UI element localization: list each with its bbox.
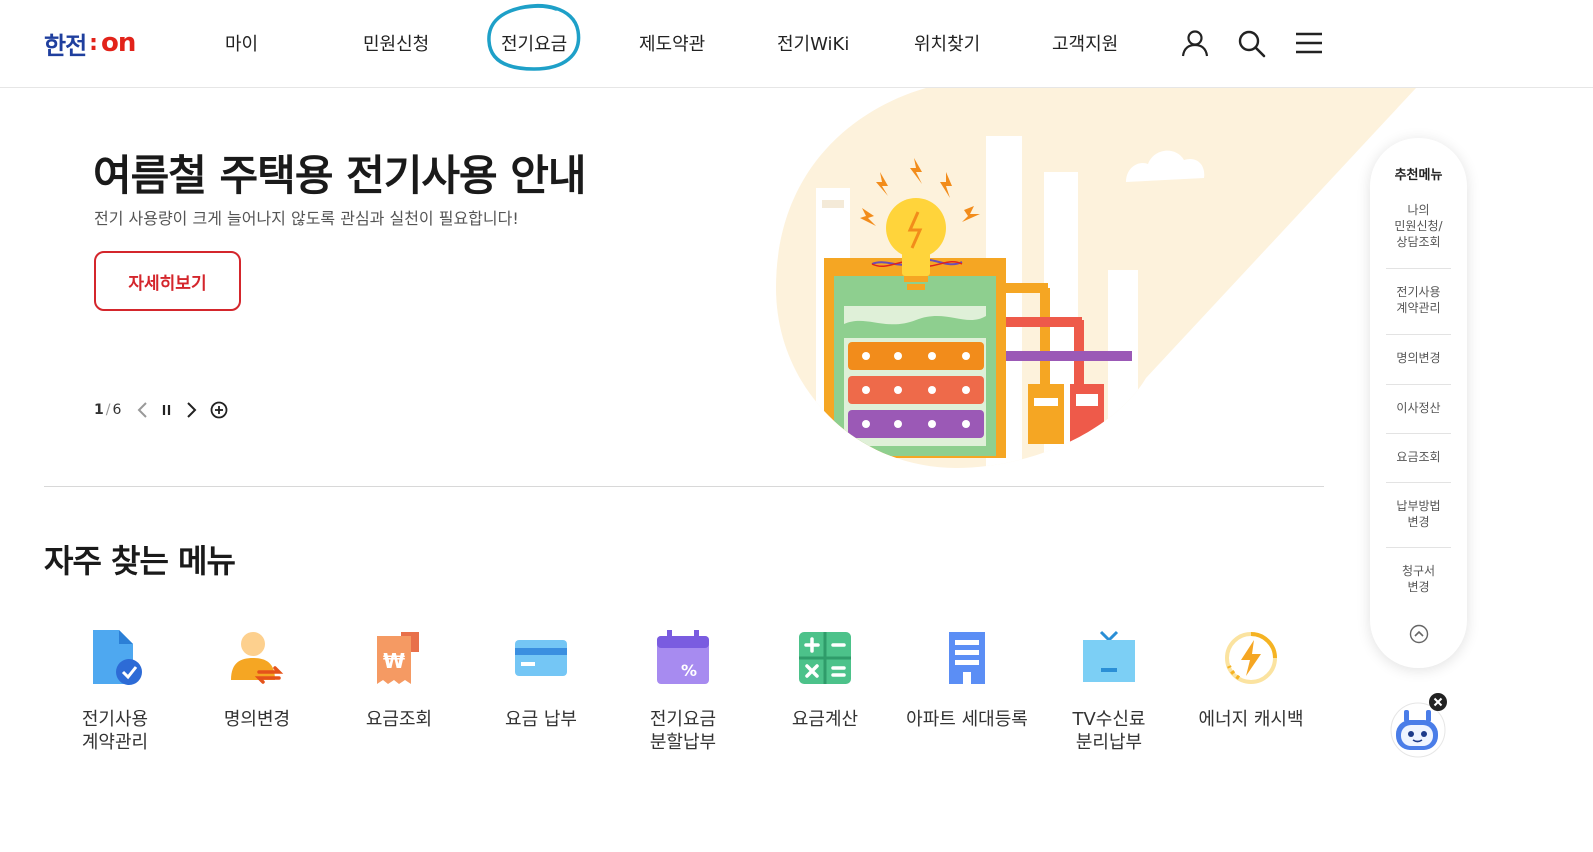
rec-item-move-settlement[interactable]: 이사정산 [1386,400,1451,416]
nav-item-civil-request[interactable]: 민원신청 [363,30,429,56]
rec-separator [1386,384,1451,385]
quick-item-label: 요금 납부 [505,709,577,730]
quick-item-label: 전기사용 계약관리 [81,709,149,753]
quick-item-name-change[interactable]: 명의변경 [186,626,328,731]
rec-separator [1386,433,1451,434]
scroll-top-icon[interactable] [1409,624,1429,644]
quick-item-label: 요금계산 [791,709,859,730]
nav-item-my[interactable]: 마이 [225,30,258,56]
rec-item-my-requests[interactable]: 나의 민원신청/ 상담조회 [1386,202,1451,250]
rec-separator [1386,547,1451,548]
calculator-icon [799,632,851,684]
prev-slide-icon[interactable] [135,400,151,420]
quick-item-calculator[interactable]: 요금계산 [754,626,896,731]
quick-item-bill-payment[interactable]: 요금 납부 [470,626,612,731]
main-nav: 마이 민원신청 전기요금 제도약관 전기WiKi 위치찾기 고객지원 [0,0,1593,88]
hero-title: 여름철 주택용 전기사용 안내 [93,151,587,200]
energy-cashback-icon [1225,632,1277,684]
quick-item-label: TV수신료 분리납부 [1072,709,1146,753]
quick-item-installment[interactable]: % 전기요금 분할납부 [612,626,754,754]
calendar-percent-icon: % [657,630,709,684]
highlight-circle-annotation [487,3,581,71]
frequent-menu-title: 자주 찾는 메뉴 [44,542,236,580]
quick-item-apartment[interactable]: 아파트 세대등록 [896,626,1038,731]
nav-item-wiki[interactable]: 전기WiKi [777,30,849,56]
quick-item-bill-inquiry[interactable]: ₩ 요금조회 [328,626,470,731]
chatbot-robot-icon[interactable] [1384,692,1450,762]
tv-icon [1083,630,1135,682]
recommend-menu-title: 추천메뉴 [1394,168,1443,183]
section-divider [44,486,1324,487]
rec-separator [1386,482,1451,483]
name-change-icon [231,632,284,684]
nav-item-support[interactable]: 고객지원 [1052,30,1118,56]
rec-item-name-change[interactable]: 명의변경 [1386,350,1451,366]
hamburger-menu-icon[interactable] [1294,28,1324,58]
quick-item-label: 요금조회 [365,709,433,730]
bill-receipt-icon: ₩ [377,632,419,684]
quick-item-label: 아파트 세대등록 [906,709,1028,730]
svg-text:₩: ₩ [383,649,405,673]
card-icon [515,640,567,676]
nav-item-location[interactable]: 위치찾기 [914,30,980,56]
detail-view-button[interactable]: 자세히보기 [94,251,241,311]
quick-item-tv-fee[interactable]: TV수신료 분리납부 [1038,626,1180,754]
user-icon[interactable] [1180,28,1210,58]
summer-electricity-illustration [776,88,1416,468]
rec-separator [1386,334,1451,335]
pager-count: 1/6 [94,402,122,418]
apartment-icon [949,632,985,684]
header: 한전 : on 마이 민원신청 전기요금 제도약관 전기WiKi 위치찾기 고객… [0,0,1593,88]
hero-subtitle: 전기 사용량이 크게 늘어나지 않도록 관심과 실천이 필요합니다! [94,209,519,228]
quick-item-label: 명의변경 [223,709,291,730]
svg-text:%: % [681,661,697,680]
rec-item-bill-inquiry[interactable]: 요금조회 [1386,449,1451,465]
nav-item-terms[interactable]: 제도약관 [639,30,705,56]
rec-item-contract[interactable]: 전기사용 계약관리 [1386,284,1451,316]
contract-doc-icon [93,630,142,685]
slide-pager: 1/6 [94,400,229,420]
rec-separator [1386,268,1451,269]
quick-item-energy-cashback[interactable]: 에너지 캐시백 [1180,626,1322,731]
quick-item-label: 에너지 캐시백 [1198,709,1304,730]
quick-item-label: 전기요금 분할납부 [649,709,717,753]
quick-item-contract[interactable]: 전기사용 계약관리 [44,626,186,754]
recommend-menu-panel: 추천메뉴 나의 민원신청/ 상담조회 전기사용 계약관리 명의변경 이사정산 요… [1370,138,1467,668]
pause-icon[interactable] [159,400,175,420]
search-icon[interactable] [1236,28,1266,58]
next-slide-icon[interactable] [183,400,199,420]
view-all-plus-icon[interactable] [209,400,229,420]
rec-item-payment-method[interactable]: 납부방법 변경 [1386,498,1451,530]
rec-item-invoice-change[interactable]: 청구서 변경 [1386,563,1451,595]
